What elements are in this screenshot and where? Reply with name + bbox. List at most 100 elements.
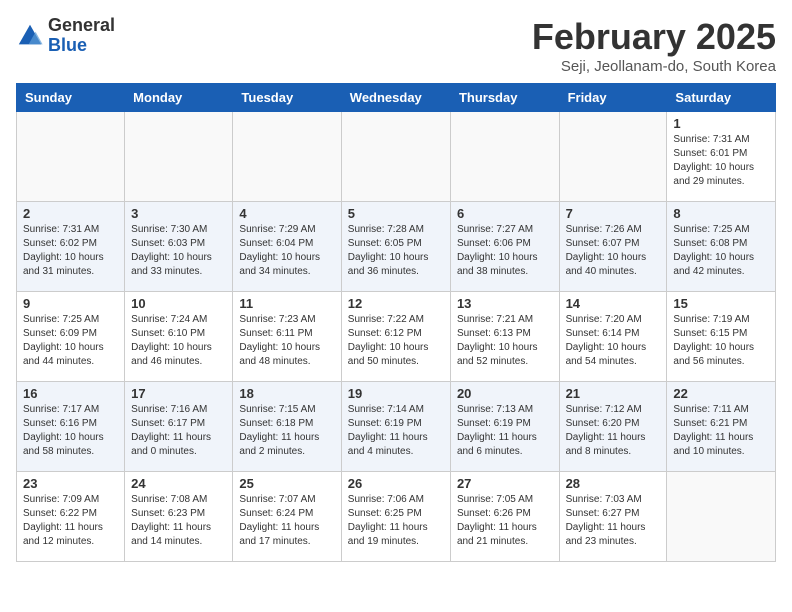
day-number: 2 bbox=[23, 206, 118, 221]
day-number: 24 bbox=[131, 476, 226, 491]
day-number: 15 bbox=[673, 296, 769, 311]
day-info: Sunrise: 7:20 AM Sunset: 6:14 PM Dayligh… bbox=[566, 313, 661, 369]
calendar-cell: 21 Sunrise: 7:12 AM Sunset: 6:20 PM Dayli… bbox=[559, 382, 667, 472]
day-number: 10 bbox=[131, 296, 226, 311]
day-info: Sunrise: 7:21 AM Sunset: 6:13 PM Dayligh… bbox=[457, 313, 553, 369]
day-info: Sunrise: 7:16 AM Sunset: 6:17 PM Dayligh… bbox=[131, 403, 226, 459]
calendar-cell: 2 Sunrise: 7:31 AM Sunset: 6:02 PM Daylig… bbox=[17, 202, 125, 292]
calendar-cell: 12 Sunrise: 7:22 AM Sunset: 6:12 PM Dayli… bbox=[341, 292, 450, 382]
day-number: 6 bbox=[457, 206, 553, 221]
month-title: February 2025 bbox=[532, 16, 776, 58]
calendar-cell: 18 Sunrise: 7:15 AM Sunset: 6:18 PM Dayli… bbox=[233, 382, 341, 472]
day-info: Sunrise: 7:28 AM Sunset: 6:05 PM Dayligh… bbox=[348, 223, 444, 279]
logo-blue: Blue bbox=[48, 36, 115, 56]
calendar-cell: 24Sunrise: 7:08 AM Sunset: 6:23 PM Dayli… bbox=[125, 472, 233, 562]
day-info: Sunrise: 7:11 AM Sunset: 6:21 PM Dayligh… bbox=[673, 403, 769, 459]
day-number: 19 bbox=[348, 386, 444, 401]
calendar-cell: 22 Sunrise: 7:11 AM Sunset: 6:21 PM Dayli… bbox=[667, 382, 776, 472]
day-number: 28 bbox=[566, 476, 661, 491]
day-number: 23 bbox=[23, 476, 118, 491]
column-header-monday: Monday bbox=[125, 84, 233, 112]
day-info: Sunrise: 7:29 AM Sunset: 6:04 PM Dayligh… bbox=[239, 223, 334, 279]
day-number: 4 bbox=[239, 206, 334, 221]
calendar-cell: 23 Sunrise: 7:09 AM Sunset: 6:22 PM Dayli… bbox=[17, 472, 125, 562]
day-number: 13 bbox=[457, 296, 553, 311]
day-number: 3 bbox=[131, 206, 226, 221]
day-number: 21 bbox=[566, 386, 661, 401]
day-info: Sunrise: 7:19 AM Sunset: 6:15 PM Dayligh… bbox=[673, 313, 769, 369]
calendar-cell: 15 Sunrise: 7:19 AM Sunset: 6:15 PM Dayli… bbox=[667, 292, 776, 382]
column-header-wednesday: Wednesday bbox=[341, 84, 450, 112]
calendar-cell bbox=[125, 112, 233, 202]
day-number: 14 bbox=[566, 296, 661, 311]
header: General Blue February 2025 Seji, Jeollan… bbox=[16, 16, 776, 75]
day-info: Sunrise: 7:25 AM Sunset: 6:09 PM Dayligh… bbox=[23, 313, 118, 369]
calendar-cell: 3 Sunrise: 7:30 AM Sunset: 6:03 PM Daylig… bbox=[125, 202, 233, 292]
day-info: Sunrise: 7:31 AM Sunset: 6:02 PM Dayligh… bbox=[23, 223, 118, 279]
calendar-header-row: SundayMondayTuesdayWednesdayThursdayFrid… bbox=[17, 84, 776, 112]
day-info: Sunrise: 7:22 AM Sunset: 6:12 PM Dayligh… bbox=[348, 313, 444, 369]
day-number: 18 bbox=[239, 386, 334, 401]
logo-general: General bbox=[48, 16, 115, 36]
day-info: Sunrise: 7:23 AM Sunset: 6:11 PM Dayligh… bbox=[239, 313, 334, 369]
calendar-cell: 9 Sunrise: 7:25 AM Sunset: 6:09 PM Daylig… bbox=[17, 292, 125, 382]
day-info: Sunrise: 7:30 AM Sunset: 6:03 PM Dayligh… bbox=[131, 223, 226, 279]
calendar-cell: 10 Sunrise: 7:24 AM Sunset: 6:10 PM Dayli… bbox=[125, 292, 233, 382]
calendar-cell: 8Sunrise: 7:25 AM Sunset: 6:08 PM Daylig… bbox=[667, 202, 776, 292]
calendar-cell: 25Sunrise: 7:07 AM Sunset: 6:24 PM Dayli… bbox=[233, 472, 341, 562]
day-info: Sunrise: 7:14 AM Sunset: 6:19 PM Dayligh… bbox=[348, 403, 444, 459]
day-number: 1 bbox=[673, 116, 769, 131]
day-number: 22 bbox=[673, 386, 769, 401]
calendar-cell: 16 Sunrise: 7:17 AM Sunset: 6:16 PM Dayli… bbox=[17, 382, 125, 472]
location: Seji, Jeollanam-do, South Korea bbox=[532, 58, 776, 75]
logo-text: General Blue bbox=[48, 16, 115, 56]
calendar-cell bbox=[559, 112, 667, 202]
day-number: 7 bbox=[566, 206, 661, 221]
calendar-cell: 5 Sunrise: 7:28 AM Sunset: 6:05 PM Daylig… bbox=[341, 202, 450, 292]
day-number: 9 bbox=[23, 296, 118, 311]
calendar-week-row: 16 Sunrise: 7:17 AM Sunset: 6:16 PM Dayli… bbox=[17, 382, 776, 472]
day-number: 25 bbox=[239, 476, 334, 491]
column-header-thursday: Thursday bbox=[450, 84, 559, 112]
day-info: Sunrise: 7:17 AM Sunset: 6:16 PM Dayligh… bbox=[23, 403, 118, 459]
calendar-cell: 7 Sunrise: 7:26 AM Sunset: 6:07 PM Daylig… bbox=[559, 202, 667, 292]
day-number: 5 bbox=[348, 206, 444, 221]
day-number: 17 bbox=[131, 386, 226, 401]
day-number: 16 bbox=[23, 386, 118, 401]
calendar-cell: 20Sunrise: 7:13 AM Sunset: 6:19 PM Dayli… bbox=[450, 382, 559, 472]
day-info: Sunrise: 7:09 AM Sunset: 6:22 PM Dayligh… bbox=[23, 493, 118, 549]
day-info: Sunrise: 7:06 AM Sunset: 6:25 PM Dayligh… bbox=[348, 493, 444, 549]
day-info: Sunrise: 7:15 AM Sunset: 6:18 PM Dayligh… bbox=[239, 403, 334, 459]
column-header-sunday: Sunday bbox=[17, 84, 125, 112]
day-number: 26 bbox=[348, 476, 444, 491]
day-info: Sunrise: 7:27 AM Sunset: 6:06 PM Dayligh… bbox=[457, 223, 553, 279]
day-number: 11 bbox=[239, 296, 334, 311]
day-info: Sunrise: 7:31 AM Sunset: 6:01 PM Dayligh… bbox=[673, 133, 769, 189]
day-info: Sunrise: 7:05 AM Sunset: 6:26 PM Dayligh… bbox=[457, 493, 553, 549]
column-header-tuesday: Tuesday bbox=[233, 84, 341, 112]
calendar-cell: 6 Sunrise: 7:27 AM Sunset: 6:06 PM Daylig… bbox=[450, 202, 559, 292]
logo-icon bbox=[16, 22, 44, 50]
calendar-cell: 26 Sunrise: 7:06 AM Sunset: 6:25 PM Dayli… bbox=[341, 472, 450, 562]
day-number: 12 bbox=[348, 296, 444, 311]
logo: General Blue bbox=[16, 16, 115, 56]
calendar-week-row: 9 Sunrise: 7:25 AM Sunset: 6:09 PM Daylig… bbox=[17, 292, 776, 382]
calendar: SundayMondayTuesdayWednesdayThursdayFrid… bbox=[16, 83, 776, 562]
calendar-cell bbox=[667, 472, 776, 562]
column-header-friday: Friday bbox=[559, 84, 667, 112]
calendar-cell: 17 Sunrise: 7:16 AM Sunset: 6:17 PM Dayli… bbox=[125, 382, 233, 472]
calendar-cell: 4 Sunrise: 7:29 AM Sunset: 6:04 PM Daylig… bbox=[233, 202, 341, 292]
day-info: Sunrise: 7:03 AM Sunset: 6:27 PM Dayligh… bbox=[566, 493, 661, 549]
calendar-cell: 14 Sunrise: 7:20 AM Sunset: 6:14 PM Dayli… bbox=[559, 292, 667, 382]
day-info: Sunrise: 7:26 AM Sunset: 6:07 PM Dayligh… bbox=[566, 223, 661, 279]
day-info: Sunrise: 7:24 AM Sunset: 6:10 PM Dayligh… bbox=[131, 313, 226, 369]
day-number: 27 bbox=[457, 476, 553, 491]
title-area: February 2025 Seji, Jeollanam-do, South … bbox=[532, 16, 776, 75]
calendar-cell: 28 Sunrise: 7:03 AM Sunset: 6:27 PM Dayli… bbox=[559, 472, 667, 562]
calendar-week-row: 1 Sunrise: 7:31 AM Sunset: 6:01 PM Daylig… bbox=[17, 112, 776, 202]
calendar-cell bbox=[450, 112, 559, 202]
day-info: Sunrise: 7:25 AM Sunset: 6:08 PM Dayligh… bbox=[673, 223, 769, 279]
column-header-saturday: Saturday bbox=[667, 84, 776, 112]
calendar-cell: 13 Sunrise: 7:21 AM Sunset: 6:13 PM Dayli… bbox=[450, 292, 559, 382]
day-info: Sunrise: 7:12 AM Sunset: 6:20 PM Dayligh… bbox=[566, 403, 661, 459]
